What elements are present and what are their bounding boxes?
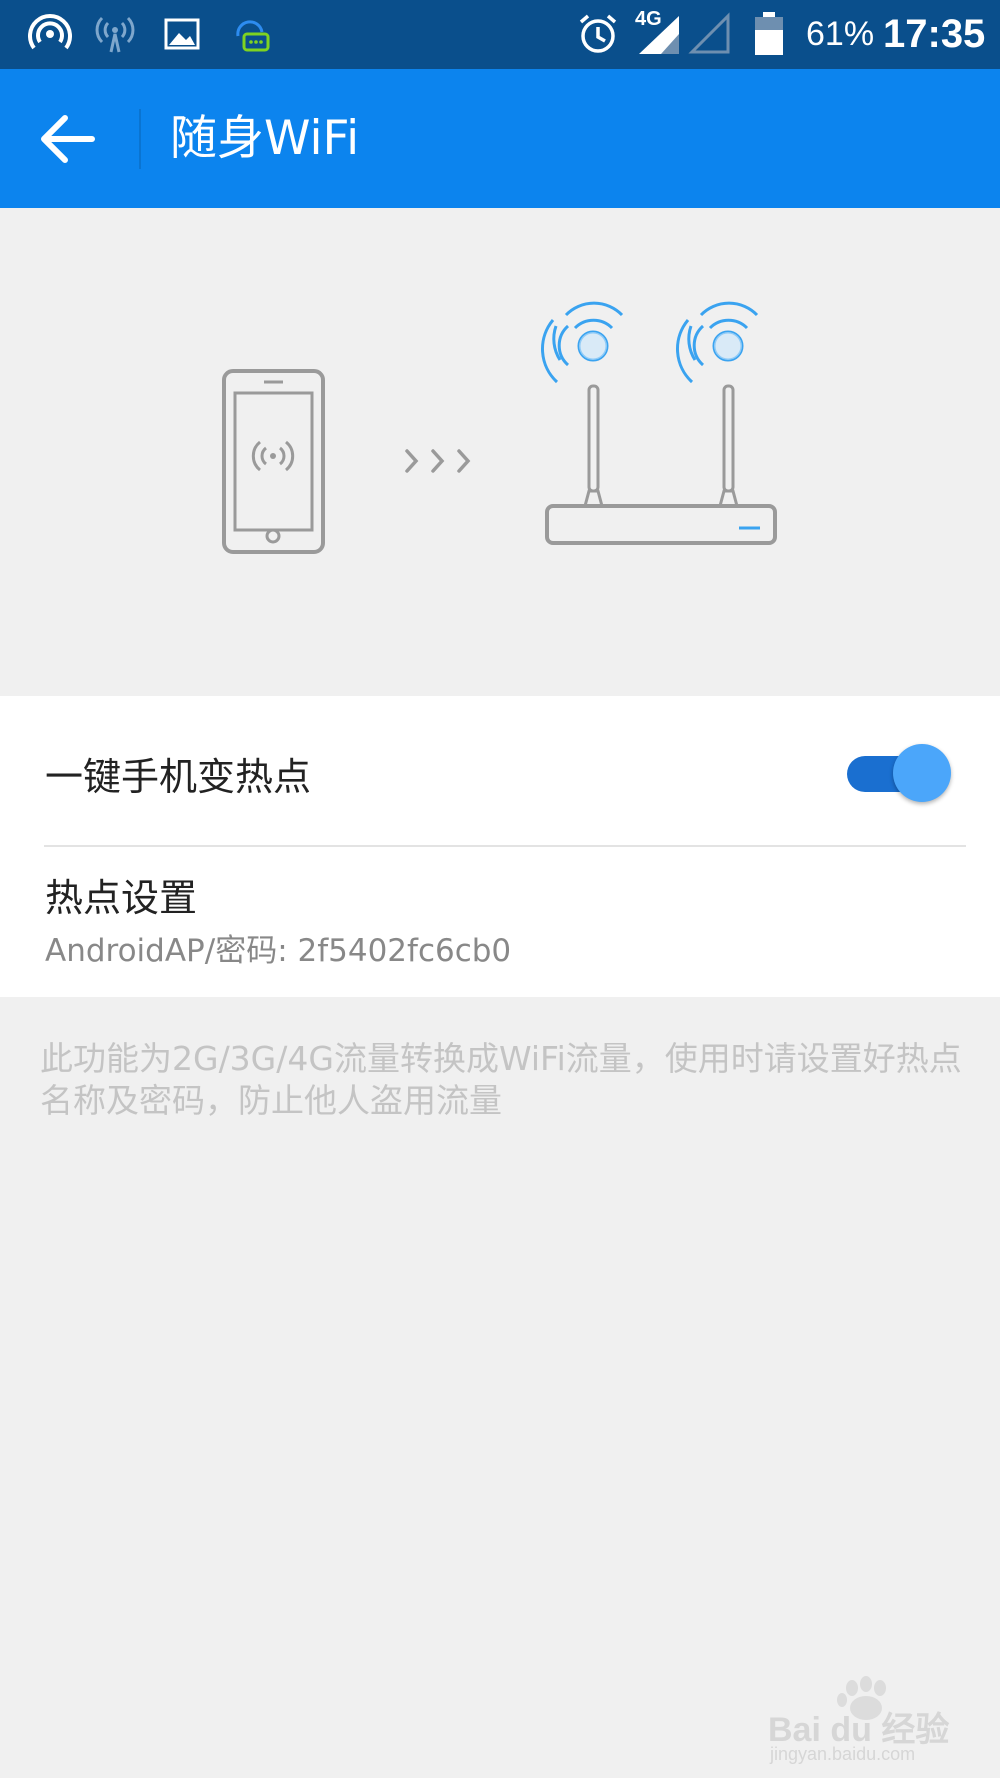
- back-button[interactable]: [30, 99, 110, 179]
- chevrons-right-icon: [405, 449, 471, 473]
- hotspot-description: 此功能为2G/3G/4G流量转换成WiFi流量，使用时请设置好热点名称及密码，防…: [40, 1039, 962, 1120]
- hotspot-settings-row[interactable]: 热点设置 AndroidAP/密码: 2f5402fc6cb0: [0, 847, 1000, 997]
- app-bar: 随身WiFi: [0, 69, 1000, 208]
- hotspot-settings-subtitle: AndroidAP/密码: 2f5402fc6cb0: [45, 933, 512, 969]
- toggle-thumb: [893, 744, 951, 802]
- hotspot-toggle-label: 一键手机变热点: [45, 755, 312, 799]
- settings-card: 一键手机变热点 热点设置 AndroidAP/密码: 2f5402fc6cb0: [0, 696, 1000, 997]
- page-title: 随身WiFi: [170, 111, 360, 166]
- status-bar: 4G 61% 17:35: [0, 0, 1000, 69]
- signal-4g-icon: 4G: [635, 8, 683, 56]
- phone-to-router-illustration: [222, 301, 777, 554]
- arrow-left-icon[interactable]: [30, 99, 110, 179]
- wifi-tethering-icon: [95, 16, 135, 53]
- chat-assistant-icon: [236, 20, 270, 52]
- watermark-url: jingyan.baidu.com: [770, 1744, 916, 1764]
- network-type-label: 4G: [635, 8, 662, 30]
- router-icon: [540, 301, 777, 545]
- hotspot-icon: [28, 14, 72, 50]
- hotspot-toggle-row[interactable]: 一键手机变热点: [0, 696, 1000, 845]
- phone-icon: [222, 369, 325, 554]
- hotspot-toggle-switch[interactable]: [845, 739, 951, 803]
- signal-empty-icon: [688, 12, 730, 54]
- battery-percent: 61%: [806, 15, 875, 53]
- appbar-divider: [139, 109, 141, 169]
- hotspot-settings-label: 热点设置: [45, 876, 198, 920]
- battery-icon: [755, 12, 783, 55]
- alarm-icon: [579, 14, 617, 53]
- baidu-jingyan-watermark: Bai du 经验 jingyan.baidu.com: [760, 1668, 960, 1768]
- image-icon: [164, 18, 200, 50]
- hotspot-illustration: [0, 208, 1000, 696]
- clock: 17:35: [883, 12, 986, 56]
